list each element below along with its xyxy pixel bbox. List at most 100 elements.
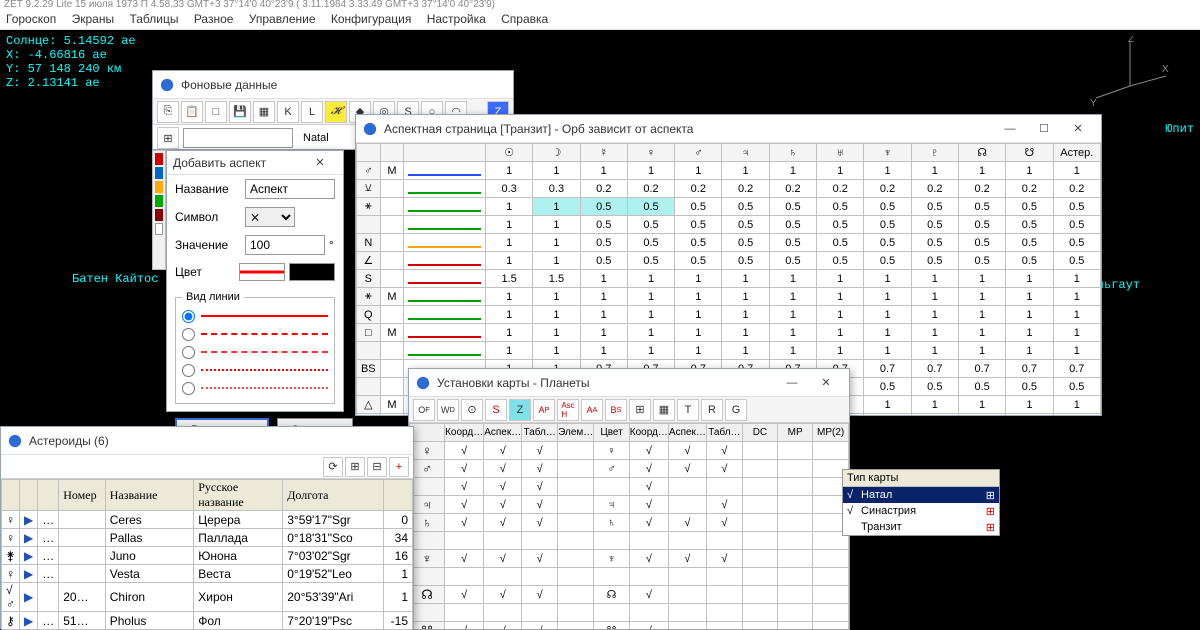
close-icon[interactable]: ✕ [303,151,337,175]
aspect-col-13[interactable]: ☊ [958,144,1005,162]
aspect-col-12[interactable]: ♇ [911,144,958,162]
linetype-dash2[interactable] [182,346,195,359]
name-input[interactable] [245,179,335,199]
menu-tables[interactable]: Таблицы [129,12,178,26]
minimize-icon[interactable]: — [993,117,1027,141]
ast-col-1[interactable] [20,480,38,511]
planets-col-3[interactable]: Табл… [522,424,558,442]
tb-asc-icon[interactable]: AscH [557,399,579,421]
planets-row[interactable] [410,568,849,586]
aspect-col-3[interactable]: ☉ [485,144,532,162]
planets-col-10[interactable]: MP [778,424,813,442]
tb-ap-icon[interactable]: AP [533,399,555,421]
menu-settings[interactable]: Настройка [427,12,486,26]
chart-type-item[interactable]: Транзит⊞ [843,519,999,535]
aspect-row[interactable]: S1.51.511111111111 [357,270,1101,288]
tb-t-icon[interactable]: T [677,399,699,421]
bgdata-search-input[interactable] [183,128,293,148]
tb-grid-icon[interactable]: ▦ [253,101,275,123]
planets-row[interactable]: ♂√√√♂√√√ [410,460,849,478]
aspect-row[interactable]: ♂M1111111111111 [357,162,1101,180]
aspect-col-5[interactable]: ☿ [580,144,627,162]
aspect-col-0[interactable] [357,144,381,162]
tb-new-icon[interactable]: □ [205,101,227,123]
chart-type-button[interactable]: ⊞ [986,489,995,502]
aspect-row[interactable]: ⚹M1111111111111 [357,288,1101,306]
color-fill-swatch[interactable] [289,263,335,281]
tb-of-icon[interactable]: OF [413,399,435,421]
aspect-col-10[interactable]: ♅ [817,144,864,162]
pal-green[interactable] [155,195,163,207]
value-input[interactable] [245,235,325,255]
ast-col-6[interactable]: Долгота [283,480,384,511]
menu-misc[interactable]: Разное [194,12,234,26]
menu-config[interactable]: Конфигурация [331,12,412,26]
tb-r-icon[interactable]: R [701,399,723,421]
aspect-row[interactable]: Q1111111111111 [357,306,1101,324]
pal-white[interactable] [155,223,163,235]
tb-palette-icon[interactable]: ▦ [653,399,675,421]
planets-row[interactable]: ♃√√√♃√√ [410,496,849,514]
tb-bs-icon[interactable]: BS [605,399,627,421]
chart-type-item[interactable]: √Синастрия⊞ [843,503,999,519]
aspect-col-2[interactable] [404,144,486,162]
aspect-col-1[interactable] [380,144,404,162]
planets-row[interactable]: √√√√ [410,478,849,496]
aspect-row[interactable]: N110.50.50.50.50.50.50.50.50.50.50.5 [357,234,1101,252]
asteroid-row[interactable]: ♀▶…VestaВеста0°19'52"Leo1 [2,565,413,583]
ast-col-3[interactable]: Номер [59,480,106,511]
window-add-aspect[interactable]: Добавить аспект ✕ Название Символ ⨯ Знач… [166,150,344,412]
planets-row[interactable]: ♀√√√♀√√√ [410,442,849,460]
planets-col-11[interactable]: MP(2) [813,424,849,442]
menu-help[interactable]: Справка [501,12,548,26]
planets-row[interactable]: ♄√√√♄√√√ [410,514,849,532]
ast-col-0[interactable] [2,480,20,511]
aspect-row[interactable]: ⚺0.30.30.20.20.20.20.20.20.20.20.20.20.2 [357,180,1101,198]
chart-type-list[interactable]: Тип карты √Натал⊞√Синастрия⊞Транзит⊞ [842,469,1000,536]
tb-l-icon[interactable]: L [301,101,323,123]
chart-type-button[interactable]: ⊞ [986,521,995,534]
tb-all-icon[interactable]: ⊟ [367,457,387,477]
aspect-row[interactable]: □M1111111111111 [357,324,1101,342]
window-planets-settings[interactable]: Установки карты - Планеты — ✕ OF WD ⊙ S … [408,368,850,630]
aspect-row[interactable]: 110.50.50.50.50.50.50.50.50.50.50.5 [357,216,1101,234]
tb-paste-icon[interactable]: 📋 [181,101,203,123]
tb-z-icon[interactable]: Z [509,399,531,421]
planets-col-8[interactable]: Табл… [706,424,742,442]
tb-chart-icon[interactable]: ⊞ [157,127,179,149]
pal-yellow[interactable] [155,181,163,193]
ast-col-4[interactable]: Название [105,480,194,511]
tb-copy-icon[interactable]: ⎘ [157,101,179,123]
menu-screens[interactable]: Экраны [72,12,114,26]
color-line-swatch[interactable] [239,263,285,281]
menu-horoscope[interactable]: Гороскоп [6,12,56,26]
aspect-col-8[interactable]: ♃ [722,144,769,162]
close-icon[interactable]: ✕ [1061,117,1095,141]
tb-wd-icon[interactable]: WD [437,399,459,421]
tb-grid-icon[interactable]: ⊞ [629,399,651,421]
tb-add-icon[interactable]: + [389,457,409,477]
maximize-icon[interactable]: ☐ [1027,117,1061,141]
symbol-select[interactable]: ⨯ [245,207,295,227]
aspect-row[interactable]: ⚹110.50.50.50.50.50.50.50.50.50.50.5 [357,198,1101,216]
planets-col-1[interactable]: Коорд… [445,424,484,442]
planets-col-5[interactable]: Цвет [594,424,630,442]
chart-type-button[interactable]: ⊞ [986,505,995,518]
aspect-row[interactable]: 1111111111111 [357,342,1101,360]
planets-col-0[interactable] [410,424,445,442]
tb-aa-icon[interactable]: AA [581,399,603,421]
asteroid-row[interactable]: ⚵▶…JunoЮнона7°03'02"Sgr16 [2,547,413,565]
ast-col-2[interactable] [38,480,59,511]
aspect-col-4[interactable]: ☽ [533,144,580,162]
aspect-col-15[interactable]: Астер. [1053,144,1100,162]
asteroids-grid[interactable]: НомерНазваниеРусское названиеДолгота ♀▶…… [1,479,413,630]
aspect-row[interactable]: ∠110.50.50.50.50.50.50.50.50.50.50.5 [357,252,1101,270]
planets-row[interactable]: ☊√√√☊√ [410,586,849,604]
planets-col-6[interactable]: Коорд… [629,424,668,442]
ast-col-7[interactable] [383,480,412,511]
tb-o-icon[interactable]: ⊙ [461,399,483,421]
minimize-icon[interactable]: — [775,371,809,395]
planets-grid[interactable]: Коорд…Аспек…Табл…Элем…ЦветКоорд…Аспек…Та… [409,423,849,629]
planets-row[interactable]: ♆√√√♆√√√ [410,550,849,568]
close-icon[interactable]: ✕ [809,371,843,395]
